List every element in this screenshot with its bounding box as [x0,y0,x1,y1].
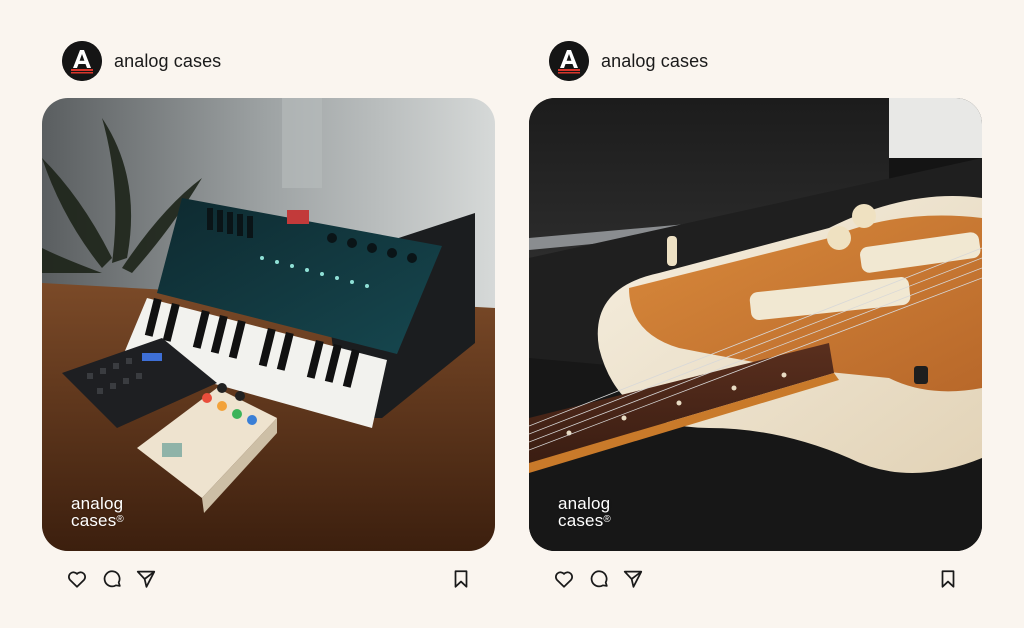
share-icon[interactable] [133,566,159,592]
comment-icon[interactable] [99,566,125,592]
post-photo-synthesizer[interactable]: analog cases® [42,98,495,551]
share-icon[interactable] [620,566,646,592]
analog-cases-logo-icon [549,41,589,81]
analog-cases-logo-icon [62,41,102,81]
heart-icon[interactable] [64,566,90,592]
registered-mark: ® [116,514,124,525]
account-username[interactable]: analog cases [601,51,708,72]
post-card: analog cases analog cases® [529,0,982,628]
watermark-line2: cases® [71,512,124,529]
photo-watermark: analog cases® [71,495,124,529]
photo-watermark: analog cases® [558,495,611,529]
post-header: analog cases [62,40,221,82]
watermark-line2-text: cases [71,511,117,530]
post-photo-guitar-case[interactable]: analog cases® [529,98,982,551]
bookmark-icon[interactable] [448,566,474,592]
post-card: analog cases analog cases® [42,0,495,628]
avatar[interactable] [549,41,589,81]
account-username[interactable]: analog cases [114,51,221,72]
watermark-line2-text: cases [558,511,604,530]
comment-icon[interactable] [586,566,612,592]
watermark-line2: cases® [558,512,611,529]
bookmark-icon[interactable] [935,566,961,592]
post-actions [64,566,474,594]
watermark-line1: analog [558,494,611,513]
watermark-line1: analog [71,494,124,513]
heart-icon[interactable] [551,566,577,592]
registered-mark: ® [603,514,611,525]
post-actions [551,566,961,594]
guitar-case-photo [529,98,982,551]
post-header: analog cases [549,40,708,82]
avatar[interactable] [62,41,102,81]
synthesizer-photo [42,98,495,551]
